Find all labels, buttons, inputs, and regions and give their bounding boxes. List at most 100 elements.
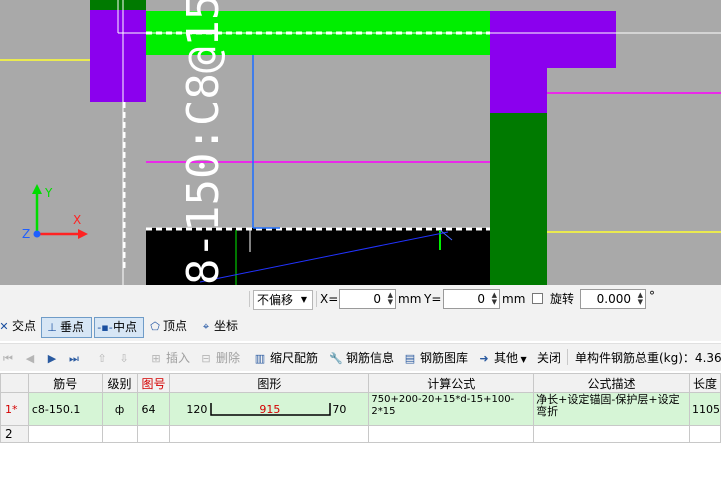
insert-button[interactable]: ⊞ 插入 [148, 349, 190, 367]
header-shape[interactable]: 图形 [169, 373, 370, 393]
arrow-up-icon: ⇧ [97, 352, 107, 365]
library-icon: ▤ [404, 352, 416, 365]
snap-coordinate-label: 坐标 [214, 319, 239, 333]
snap-perpendicular-button[interactable]: ⊥ 垂点 [41, 317, 92, 338]
scale-rebar-button[interactable]: ▥ 缩尺配筋 [252, 349, 318, 367]
shape-right-length: 70 [332, 403, 347, 416]
header-formula[interactable]: 计算公式 [368, 373, 535, 393]
drawing-canvas[interactable]: 8-150:C8@15 Y X Z [0, 0, 721, 285]
y-offset-input[interactable]: 0 ▲ ▼ [443, 289, 500, 309]
table-header: 筋号 级别 图号 图形 计算公式 公式描述 长度 [0, 373, 721, 393]
delete-button[interactable]: ⊟ 删除 [198, 349, 240, 367]
offset-bar: 不偏移 ▼ X= 0 ▲ ▼ mm Y= 0 ▲ ▼ mm 旋转 0.000 ▲ ▼ … [0, 285, 721, 314]
perpendicular-icon: ⊥ [47, 321, 57, 334]
column-purple-right [490, 11, 616, 113]
rotate-input[interactable]: 0.000 ▲ ▼ [580, 289, 646, 309]
prev-icon: ◀ [25, 352, 35, 365]
rebar-library-label: 钢筋图库 [420, 351, 469, 365]
header-bar-id[interactable]: 筋号 [27, 373, 103, 393]
cell-formula[interactable]: 750+200-20+15*d-15+100-2*15 [368, 392, 535, 426]
rebar-library-button[interactable]: ▤ 钢筋图库 [402, 349, 468, 367]
drawing-svg: 8-150:C8@15 Y X Z [0, 0, 721, 285]
cell-bar-id[interactable]: c8-150.1 [27, 392, 103, 426]
rebar-label-text: 8-150:C8@15 [178, 0, 229, 285]
move-down-button[interactable]: ⇩ [116, 349, 134, 367]
table-row[interactable]: 1* c8-150.1 ф 64 120 915 70 750+200-20+1… [0, 392, 721, 426]
rotate-value: 0.000 [596, 292, 631, 306]
y-axis-label: Y [44, 186, 53, 200]
row-number[interactable]: 2 [0, 425, 29, 443]
last-record-button[interactable]: ⏭ [66, 349, 84, 367]
chevron-down-icon: ▼ [518, 355, 527, 364]
close-label: 关闭 [537, 351, 562, 365]
first-record-button[interactable]: ⏮ [0, 349, 18, 367]
first-icon: ⏮ [3, 352, 13, 365]
x-offset-unit: mm [398, 292, 422, 306]
x-axis-arrow [78, 229, 88, 239]
rebar-info-button[interactable]: 🔧 钢筋信息 [328, 349, 394, 367]
cell-formula[interactable] [368, 425, 535, 443]
cell-description[interactable]: 净长+设定锚固-保护层+设定弯折 [533, 392, 690, 426]
chevron-down-icon: ▼ [300, 295, 307, 304]
rotate-checkbox[interactable] [532, 293, 543, 304]
coordinate-icon: ⌖ [202, 320, 210, 333]
cell-description[interactable] [533, 425, 690, 443]
snap-vertex-button[interactable]: ⬠ 顶点 [145, 317, 195, 338]
x-axis-label: X [73, 213, 81, 227]
rebar-info-label: 钢筋信息 [346, 351, 395, 365]
header-description[interactable]: 公式描述 [533, 373, 690, 393]
next-record-button[interactable]: ▶ [44, 349, 62, 367]
cell-shape-no[interactable]: 64 [136, 392, 171, 426]
cell-shape[interactable]: 120 915 70 [169, 392, 370, 426]
other-menu-button[interactable]: ➜ 其他 ▼ [476, 349, 527, 367]
table-row[interactable]: 2 [0, 425, 721, 443]
rebar-table: 筋号 级别 图号 图形 计算公式 公式描述 长度 1* c8-150.1 ф 6… [0, 373, 721, 443]
snap-coordinate-button[interactable]: ⌖ 坐标 [196, 317, 246, 338]
vertex-icon: ⬠ [150, 320, 160, 333]
snap-midpoint-label: 中点 [113, 320, 138, 334]
row-number[interactable]: 1* [0, 392, 29, 426]
rotate-label: 旋转 [550, 292, 575, 306]
shape-left-length: 120 [186, 403, 208, 416]
x-offset-value: 0 [373, 292, 381, 306]
close-button[interactable]: 关闭 [537, 349, 561, 367]
offset-bar-divider [249, 291, 250, 307]
cell-length[interactable]: 1105 [688, 392, 721, 426]
header-shape-no[interactable]: 图号 [136, 373, 171, 393]
info-icon: 🔧 [329, 352, 343, 365]
x-offset-input[interactable]: 0 ▲ ▼ [339, 289, 396, 309]
rotate-unit: ° [649, 289, 655, 303]
header-grade[interactable]: 级别 [101, 373, 138, 393]
spinner-icon[interactable]: ▲ ▼ [388, 292, 393, 306]
cell-shape-no[interactable] [136, 425, 171, 443]
rebar-grid: 筋号 级别 图号 图形 计算公式 公式描述 长度 1* c8-150.1 ф 6… [0, 371, 721, 478]
delete-icon: ⊟ [201, 352, 211, 365]
description-text: 净长+设定锚固-保护层+设定弯折 [536, 393, 680, 418]
shape-middle-length: 915 [259, 403, 281, 416]
insert-label: 插入 [166, 351, 191, 365]
spinner-icon[interactable]: ▲ ▼ [492, 292, 497, 306]
snap-bar: ✕ 交点 ⊥ 垂点 -▪- 中点 ⬠ 顶点 ⌖ 坐标 [0, 314, 721, 341]
offset-mode-select[interactable]: 不偏移 ▼ [253, 290, 313, 310]
spinner-icon[interactable]: ▲ ▼ [638, 292, 643, 306]
cell-grade[interactable] [101, 425, 138, 443]
header-length[interactable]: 长度 [688, 373, 721, 393]
prev-record-button[interactable]: ◀ [22, 349, 40, 367]
scale-rebar-icon: ▥ [254, 352, 266, 365]
header-corner [0, 373, 29, 393]
snap-intersection-button[interactable]: ✕ 交点 [0, 317, 40, 338]
y-offset-unit: mm [502, 292, 526, 306]
cell-shape[interactable] [169, 425, 370, 443]
arrow-down-icon: ⇩ [119, 352, 129, 365]
cell-grade[interactable]: ф [101, 392, 138, 426]
cell-bar-id[interactable] [27, 425, 103, 443]
toolbar-divider [567, 349, 568, 365]
next-icon: ▶ [47, 352, 57, 365]
delete-label: 删除 [216, 351, 241, 365]
move-up-button[interactable]: ⇧ [94, 349, 112, 367]
snap-midpoint-button[interactable]: -▪- 中点 [94, 317, 144, 338]
other-label: 其他 [494, 351, 519, 365]
formula-text: 750+200-20+15*d-15+100-2*15 [371, 394, 515, 417]
snap-intersection-label: 交点 [12, 319, 37, 333]
cell-length[interactable] [688, 425, 721, 443]
